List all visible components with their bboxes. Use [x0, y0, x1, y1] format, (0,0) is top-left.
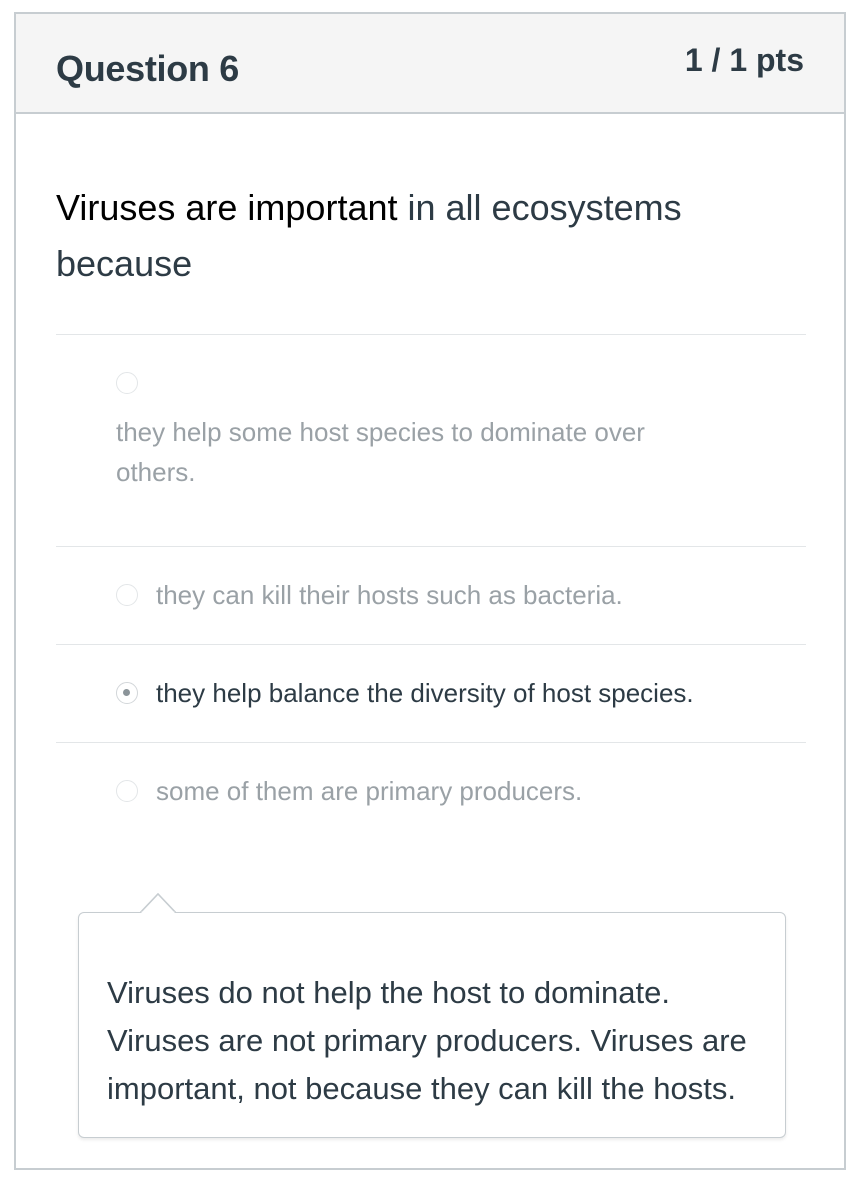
answer-label-1: they help some host species to dominate … [116, 417, 645, 487]
feedback-text: Viruses do not help the host to dominate… [107, 975, 747, 1106]
answer-radio-2[interactable] [116, 584, 138, 606]
question-text: Viruses are important in all ecosystems … [56, 180, 756, 292]
question-text-part1: Viruses are important [56, 187, 398, 228]
question-points: 1 / 1 pts [684, 42, 804, 78]
feedback-box: Viruses do not help the host to dominate… [78, 912, 786, 1138]
feedback-pointer-overlay [140, 893, 176, 913]
answer-label-4: some of them are primary producers. [156, 776, 583, 806]
answer-radio-1[interactable] [116, 372, 138, 394]
divider [56, 334, 806, 335]
answer-radio-3-selected[interactable] [116, 682, 138, 704]
answer-radio-4[interactable] [116, 780, 138, 802]
question-card: Question 6 1 / 1 pts Viruses are importa… [14, 12, 846, 1170]
divider [56, 644, 806, 645]
divider [56, 546, 806, 547]
question-header: Question 6 1 / 1 pts [16, 14, 844, 114]
answer-label-2: they can kill their hosts such as bacter… [156, 580, 623, 610]
answer-label-3: they help balance the diversity of host … [156, 678, 694, 708]
question-title: Question 6 [56, 48, 240, 89]
divider [56, 742, 806, 743]
